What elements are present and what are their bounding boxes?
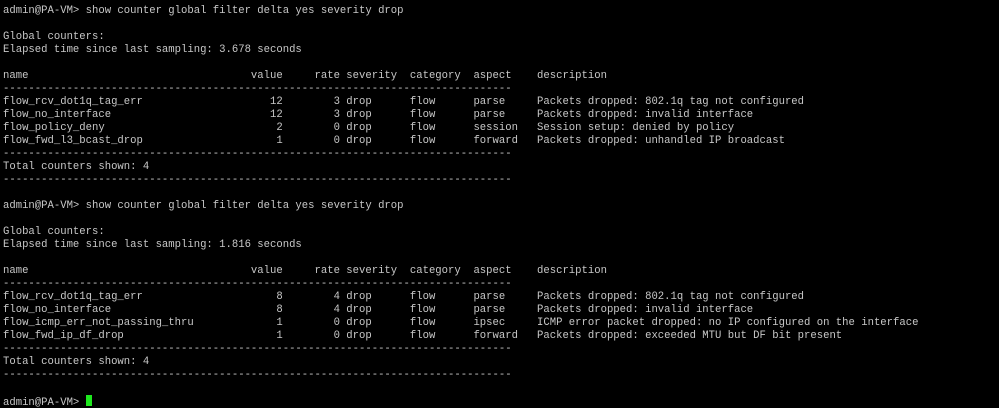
terminal-window[interactable]: admin@PA-VM> show counter global filter … — [0, 0, 999, 408]
terminal-line: flow_no_interface 12 3 drop flow parse P… — [3, 109, 754, 121]
terminal-line: ----------------------------------------… — [3, 278, 512, 290]
terminal-line: flow_no_interface 8 4 drop flow parse Pa… — [3, 304, 754, 316]
terminal-line: ----------------------------------------… — [3, 83, 512, 95]
prompt-text: admin@PA-VM> — [3, 397, 86, 408]
terminal-line: flow_rcv_dot1q_tag_err 12 3 drop flow pa… — [3, 96, 805, 108]
terminal-line: ----------------------------------------… — [3, 343, 512, 355]
terminal-line: Elapsed time since last sampling: 1.816 … — [3, 239, 302, 251]
terminal-line: admin@PA-VM> show counter global filter … — [3, 200, 404, 212]
terminal-line: ----------------------------------------… — [3, 148, 512, 160]
terminal-line: flow_fwd_ip_df_drop 1 0 drop flow forwar… — [3, 330, 843, 342]
terminal-line: ----------------------------------------… — [3, 174, 512, 186]
terminal-line: flow_icmp_err_not_passing_thru 1 0 drop … — [3, 317, 919, 329]
terminal-line: Total counters shown: 4 — [3, 356, 150, 368]
terminal-line: name value rate severity category aspect… — [3, 265, 607, 277]
prompt-line[interactable]: admin@PA-VM> — [3, 395, 999, 408]
terminal-line: Global counters: — [3, 31, 105, 43]
terminal-line: ----------------------------------------… — [3, 369, 512, 381]
terminal-line: Global counters: — [3, 226, 105, 238]
terminal-line: Total counters shown: 4 — [3, 161, 150, 173]
terminal-line: admin@PA-VM> show counter global filter … — [3, 5, 404, 17]
terminal-line: flow_rcv_dot1q_tag_err 8 4 drop flow par… — [3, 291, 805, 303]
terminal-line: flow_fwd_l3_bcast_drop 1 0 drop flow for… — [3, 135, 785, 147]
terminal-line: Elapsed time since last sampling: 3.678 … — [3, 44, 302, 56]
terminal-line: flow_policy_deny 2 0 drop flow session S… — [3, 122, 735, 134]
text-cursor — [85, 395, 92, 406]
terminal-line: name value rate severity category aspect… — [3, 70, 607, 82]
